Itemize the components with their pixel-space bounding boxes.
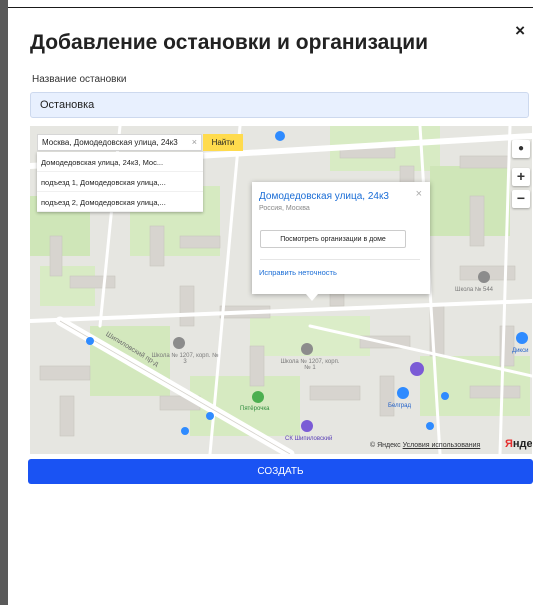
terms-link[interactable]: Условия использования (403, 442, 481, 449)
fix-inaccuracy-link[interactable]: Исправить неточность (259, 268, 337, 277)
create-button[interactable]: СОЗДАТЬ (28, 459, 533, 484)
map-find-button[interactable]: Найти (203, 134, 243, 151)
map-search-clear-icon[interactable]: × (192, 137, 197, 147)
map-search-input[interactable]: Москва, Домодедовская улица, 24к3 (42, 138, 182, 147)
stop-name-label: Название остановки (32, 74, 127, 85)
balloon-title: Домодедовская улица, 24к3 (259, 191, 389, 202)
suggest-item[interactable]: Домодедовская улица, 24к3, Мос... (37, 152, 203, 172)
map-search-box[interactable]: Москва, Домодедовская улица, 24к3 × (37, 134, 202, 151)
zoom-out-button[interactable]: − (512, 190, 530, 208)
add-stop-modal: × Добавление остановки и организации Наз… (8, 8, 533, 605)
poi-school-544: Школа № 544 (455, 287, 494, 293)
poi-school-1207-3: Школа № 1207, корп. № 3 (151, 353, 219, 365)
map[interactable]: Шипиловский пр-д Школа № 1207, корп. № 3… (30, 126, 532, 454)
yandex-logo[interactable]: Яндекс (505, 438, 532, 450)
background-scrollbar-strip (0, 0, 8, 605)
yandex-logo-letter: Я (505, 438, 513, 450)
zoom-in-button[interactable]: + (512, 168, 530, 186)
poi-school-1207-1: Школа № 1207, корп. № 1 (280, 359, 340, 371)
stop-name-input[interactable] (30, 92, 529, 118)
geolocation-icon[interactable]: ● (512, 140, 530, 158)
map-copyright: © Яндекс Условия использования (370, 442, 480, 449)
balloon-subtitle: Россия, Москва (259, 205, 310, 212)
view-organizations-button[interactable]: Посмотреть организации в доме (260, 230, 406, 248)
poi-diksi: Дикси (512, 348, 529, 354)
poi-pyaterochka: Пятёрочка (240, 406, 270, 412)
balloon-close-icon[interactable]: × (416, 188, 422, 200)
balloon-tail (306, 294, 318, 301)
close-icon[interactable]: × (515, 22, 525, 39)
poi-sk-shipilovsky: СК Шипиловский (285, 436, 333, 442)
suggest-item[interactable]: подъезд 2, Домодедовская улица,... (37, 192, 203, 212)
yandex-logo-rest: ндекс (512, 438, 532, 450)
balloon-divider (260, 259, 420, 260)
suggest-item[interactable]: подъезд 1, Домодедовская улица,... (37, 172, 203, 192)
map-suggest-list: Домодедовская улица, 24к3, Мос... подъез… (37, 152, 203, 212)
modal-title: Добавление остановки и организации (30, 31, 429, 54)
poi-belgrad: Белград (388, 403, 411, 409)
map-balloon: Домодедовская улица, 24к3 Россия, Москва… (252, 182, 430, 301)
copyright-text: © Яндекс (370, 442, 401, 449)
